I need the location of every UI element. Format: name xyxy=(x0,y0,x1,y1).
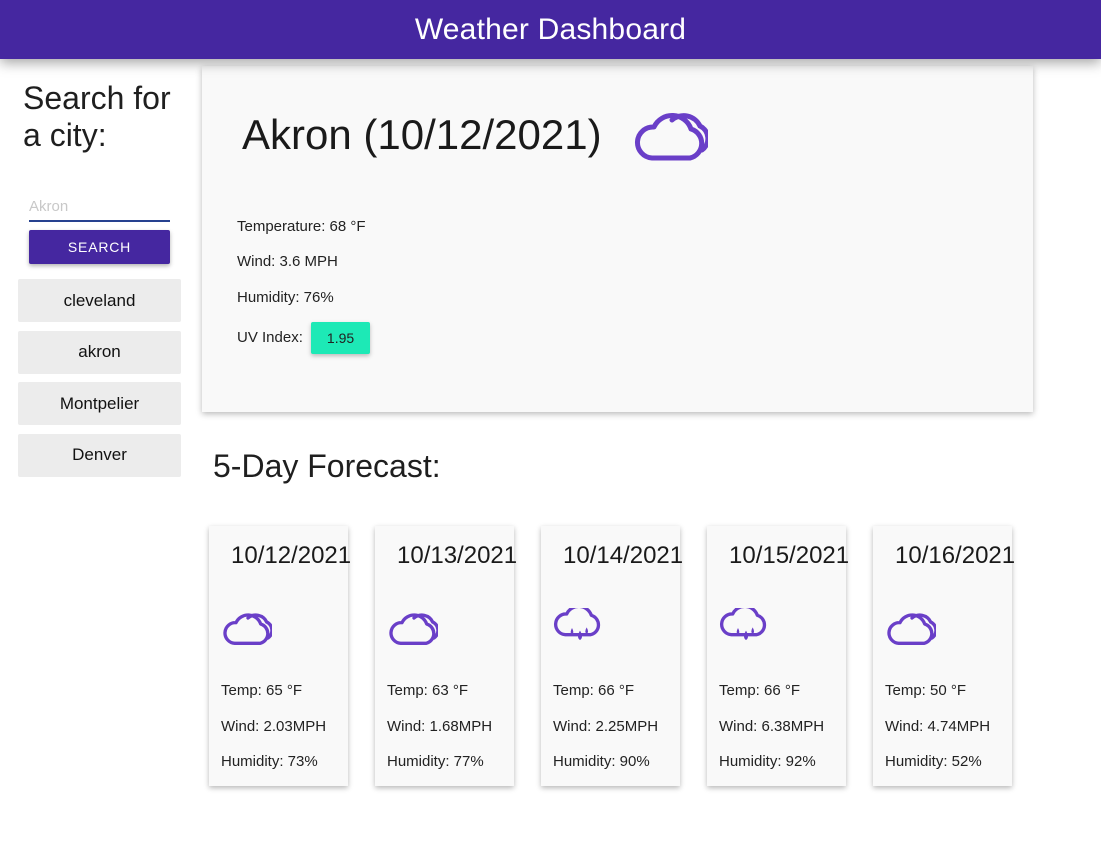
forecast-date: 10/13/2021 xyxy=(397,542,518,569)
search-heading: Search for a city: xyxy=(23,80,171,153)
forecast-date: 10/16/2021 xyxy=(895,542,1016,569)
forecast-temp: Temp: 65 °F xyxy=(221,682,303,699)
forecast-date: 10/15/2021 xyxy=(729,542,850,569)
forecast-humidity: Humidity: 90% xyxy=(553,753,650,770)
forecast-title: 5-Day Forecast: xyxy=(213,448,441,484)
forecast-card: 10/15/2021 Temp: 66 °F Wind: 6.38MPH Hum… xyxy=(707,526,850,786)
current-humidity: Humidity: 76% xyxy=(237,289,334,306)
current-temperature: Temperature: 68 °F xyxy=(237,218,366,235)
forecast-temp: Temp: 66 °F xyxy=(553,682,635,699)
forecast-card: 10/13/2021 Temp: 63 °F Wind: 1.68MPH Hum… xyxy=(375,526,518,786)
forecast-wind: Wind: 2.03MPH xyxy=(221,718,327,735)
cloud-icon xyxy=(884,608,936,648)
forecast-temp: Temp: 50 °F xyxy=(885,682,967,699)
current-uv-index: UV Index: 1.95 xyxy=(237,322,371,354)
cloud-icon xyxy=(220,608,272,648)
forecast-temp: Temp: 66 °F xyxy=(719,682,801,699)
search-button[interactable]: SEARCH xyxy=(29,230,170,264)
forecast-date: 10/14/2021 xyxy=(563,542,684,569)
forecast-date: 10/12/2021 xyxy=(231,542,352,569)
history-item-cleveland[interactable]: cleveland xyxy=(18,279,181,322)
forecast-wind: Wind: 1.68MPH xyxy=(387,718,493,735)
history-item-akron[interactable]: akron xyxy=(18,330,181,374)
current-city-header: Akron (10/12/2021) xyxy=(242,108,708,162)
uv-index-label: UV Index: xyxy=(237,328,303,346)
forecast-card: 10/12/2021 Temp: 65 °F Wind: 2.03MPH Hum… xyxy=(209,526,352,786)
city-search-input[interactable] xyxy=(29,192,170,222)
forecast-humidity: Humidity: 73% xyxy=(221,753,318,770)
uv-index-badge: 1.95 xyxy=(311,322,371,354)
forecast-card: 10/14/2021 Temp: 66 °F Wind: 2.25MPH Hum… xyxy=(541,526,684,786)
forecast-temp: Temp: 63 °F xyxy=(387,682,469,699)
forecast-wind: Wind: 2.25MPH xyxy=(553,718,659,735)
history-item-denver[interactable]: Denver xyxy=(18,433,181,477)
forecast-card: 10/16/2021 Temp: 50 °F Wind: 4.74MPH Hum… xyxy=(873,526,1016,786)
search-history: cleveland akron Montpelier Denver xyxy=(18,279,181,477)
cloud-rain-icon xyxy=(552,608,604,648)
history-item-montpelier[interactable]: Montpelier xyxy=(18,382,181,425)
cloud-icon xyxy=(630,108,708,162)
forecast-wind: Wind: 6.38MPH xyxy=(719,718,825,735)
current-weather-card: Akron (10/12/2021) Temperature: 68 °F Wi… xyxy=(202,66,1033,412)
forecast-humidity: Humidity: 52% xyxy=(885,753,982,770)
current-wind: Wind: 3.6 MPH xyxy=(237,253,338,270)
search-sidebar: Search for a city: SEARCH cleveland akro… xyxy=(18,80,181,485)
app-header: Weather Dashboard xyxy=(0,0,1101,59)
cloud-icon xyxy=(386,608,438,648)
current-city-title: Akron (10/12/2021) xyxy=(242,111,602,158)
cloud-rain-icon xyxy=(718,608,770,648)
forecast-wind: Wind: 4.74MPH xyxy=(885,718,991,735)
app-title: Weather Dashboard xyxy=(414,12,687,46)
forecast-humidity: Humidity: 77% xyxy=(387,753,484,770)
forecast-humidity: Humidity: 92% xyxy=(719,753,816,770)
